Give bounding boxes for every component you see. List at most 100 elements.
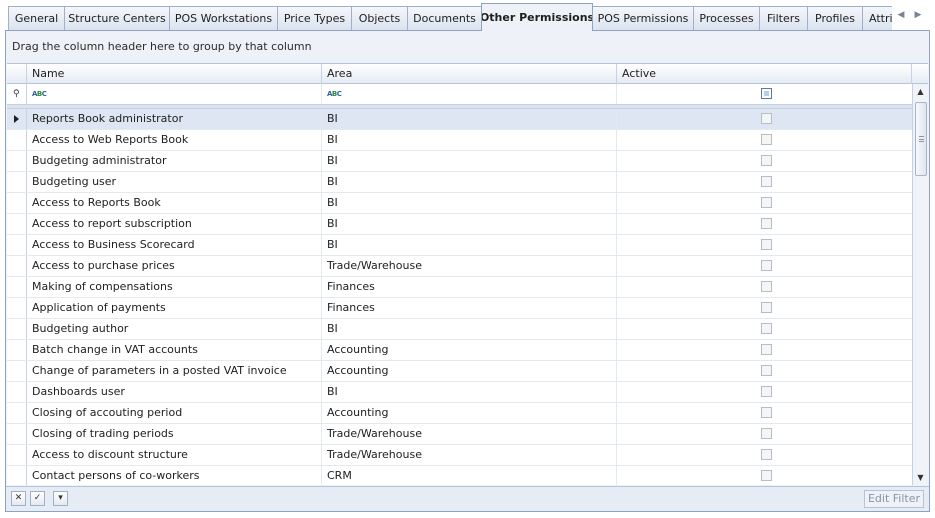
column-header-active[interactable]: Active (617, 64, 912, 84)
row-indicator[interactable] (7, 109, 27, 129)
active-checkbox[interactable] (761, 365, 772, 376)
tab-other-permissions[interactable]: Other Permissions (481, 3, 593, 31)
row-indicator[interactable] (7, 424, 27, 444)
cell-name[interactable]: Access to Reports Book (27, 193, 322, 213)
cell-active[interactable] (617, 340, 912, 360)
active-checkbox[interactable] (761, 155, 772, 166)
cell-area[interactable]: BI (322, 151, 617, 171)
filter-history-dropdown[interactable]: ▾ (53, 491, 68, 506)
cell-active[interactable] (617, 403, 912, 423)
cell-active[interactable] (617, 214, 912, 234)
active-checkbox[interactable] (761, 323, 772, 334)
tab-attributes[interactable]: Attri (862, 6, 892, 30)
cell-active[interactable] (617, 109, 912, 129)
scrollbar-thumb[interactable] (915, 102, 927, 176)
row-indicator[interactable] (7, 340, 27, 360)
row-indicator[interactable] (7, 256, 27, 276)
cell-area[interactable]: Accounting (322, 403, 617, 423)
cell-name[interactable]: Closing of accouting period (27, 403, 322, 423)
filter-cell-name[interactable]: ABC (27, 84, 322, 104)
row-indicator[interactable] (7, 277, 27, 297)
cell-area[interactable]: Trade/Warehouse (322, 445, 617, 465)
cell-area[interactable]: BI (322, 130, 617, 150)
cell-area[interactable]: Trade/Warehouse (322, 256, 617, 276)
tab-profiles[interactable]: Profiles (807, 6, 863, 30)
active-checkbox[interactable] (761, 428, 772, 439)
row-indicator[interactable] (7, 235, 27, 255)
active-checkbox[interactable] (761, 113, 772, 124)
table-row[interactable]: Reports Book administrator BI (7, 109, 912, 130)
tab-structure-centers[interactable]: Structure Centers (64, 6, 170, 30)
cell-active[interactable] (617, 319, 912, 339)
row-indicator[interactable] (7, 193, 27, 213)
table-row[interactable]: Budgeting administrator BI (7, 151, 912, 172)
table-row[interactable]: Dashboards user BI (7, 382, 912, 403)
tab-general[interactable]: General (8, 6, 65, 30)
cell-name[interactable]: Change of parameters in a posted VAT inv… (27, 361, 322, 381)
table-row[interactable]: Budgeting author BI (7, 319, 912, 340)
table-row[interactable]: Access to purchase prices Trade/Warehouse (7, 256, 912, 277)
cell-name[interactable]: Making of compensations (27, 277, 322, 297)
tab-scroll-right-icon[interactable]: ▶ (911, 8, 925, 22)
row-indicator[interactable] (7, 466, 27, 485)
row-indicator[interactable] (7, 151, 27, 171)
filter-cell-active[interactable] (617, 84, 912, 104)
cell-area[interactable]: BI (322, 109, 617, 129)
cell-name[interactable]: Dashboards user (27, 382, 322, 402)
active-filter-checkbox[interactable] (761, 88, 772, 99)
tab-pos-permissions[interactable]: POS Permissions (592, 6, 694, 30)
edit-filter-button[interactable]: Edit Filter (863, 490, 924, 508)
cell-area[interactable]: BI (322, 235, 617, 255)
table-row[interactable]: Contact persons of co-workers CRM (7, 466, 912, 485)
cell-area[interactable]: BI (322, 193, 617, 213)
active-checkbox[interactable] (761, 407, 772, 418)
tab-processes[interactable]: Processes (693, 6, 760, 30)
cell-area[interactable]: BI (322, 319, 617, 339)
cell-active[interactable] (617, 445, 912, 465)
active-checkbox[interactable] (761, 302, 772, 313)
cell-name[interactable]: Closing of trading periods (27, 424, 322, 444)
scroll-up-icon[interactable]: ▲ (915, 86, 926, 98)
cell-name[interactable]: Batch change in VAT accounts (27, 340, 322, 360)
column-header-name[interactable]: Name (27, 64, 322, 84)
column-header-area[interactable]: Area (322, 64, 617, 84)
cell-active[interactable] (617, 193, 912, 213)
clear-filter-button[interactable]: ✕ (11, 491, 26, 506)
enable-filter-checkbox[interactable]: ✓ (30, 491, 45, 506)
cell-name[interactable]: Access to Business Scorecard (27, 235, 322, 255)
table-row[interactable]: Batch change in VAT accounts Accounting (7, 340, 912, 361)
active-checkbox[interactable] (761, 260, 772, 271)
row-indicator[interactable] (7, 445, 27, 465)
filter-cell-area[interactable]: ABC (322, 84, 617, 104)
cell-name[interactable]: Budgeting user (27, 172, 322, 192)
cell-area[interactable]: BI (322, 382, 617, 402)
table-row[interactable]: Budgeting user BI (7, 172, 912, 193)
active-checkbox[interactable] (761, 449, 772, 460)
active-checkbox[interactable] (761, 134, 772, 145)
cell-area[interactable]: CRM (322, 466, 617, 485)
cell-active[interactable] (617, 424, 912, 444)
cell-name[interactable]: Reports Book administrator (27, 109, 322, 129)
cell-area[interactable]: BI (322, 214, 617, 234)
cell-active[interactable] (617, 172, 912, 192)
scroll-down-icon[interactable]: ▼ (915, 472, 926, 484)
table-row[interactable]: Access to Business Scorecard BI (7, 235, 912, 256)
cell-name[interactable]: Access to report subscription (27, 214, 322, 234)
row-indicator[interactable] (7, 130, 27, 150)
cell-name[interactable]: Access to Web Reports Book (27, 130, 322, 150)
active-checkbox[interactable] (761, 344, 772, 355)
row-indicator[interactable] (7, 298, 27, 318)
cell-active[interactable] (617, 235, 912, 255)
active-checkbox[interactable] (761, 470, 772, 481)
group-by-area[interactable]: Drag the column header here to group by … (6, 31, 929, 63)
cell-active[interactable] (617, 298, 912, 318)
active-checkbox[interactable] (761, 197, 772, 208)
tab-scroll-left-icon[interactable]: ◀ (894, 8, 908, 22)
table-row[interactable]: Closing of accouting period Accounting (7, 403, 912, 424)
tab-objects[interactable]: Objects (351, 6, 408, 30)
row-indicator[interactable] (7, 319, 27, 339)
cell-area[interactable]: Accounting (322, 361, 617, 381)
cell-active[interactable] (617, 277, 912, 297)
table-row[interactable]: Access to report subscription BI (7, 214, 912, 235)
active-checkbox[interactable] (761, 218, 772, 229)
